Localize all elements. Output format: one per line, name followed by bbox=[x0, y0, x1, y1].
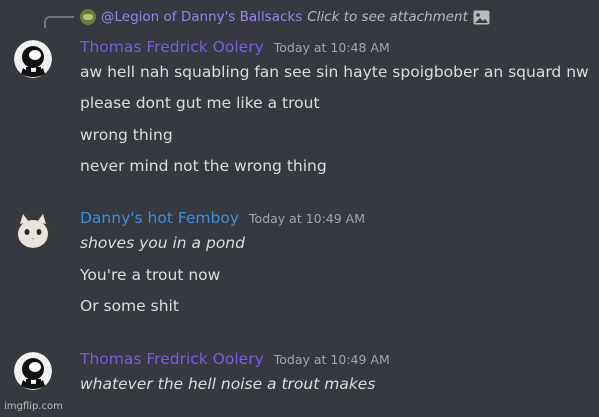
message-text: wrong thing bbox=[80, 126, 173, 144]
message-text: shoves you in a pond bbox=[80, 234, 245, 252]
reply-connector-line bbox=[44, 16, 74, 28]
reply-preview[interactable]: @Legion of Danny's Ballsacks Click to se… bbox=[80, 6, 490, 28]
message-text: never mind not the wrong thing bbox=[80, 157, 327, 175]
message-text: Or some shit bbox=[80, 297, 179, 315]
cat-avatar-icon bbox=[14, 210, 52, 248]
chat-screen: @Legion of Danny's Ballsacks Click to se… bbox=[0, 0, 599, 417]
avatar[interactable] bbox=[14, 40, 52, 78]
timestamp[interactable]: Today at 10:49 AM bbox=[249, 211, 365, 226]
message-text: please dont gut me like a trout bbox=[80, 94, 320, 112]
watermark: imgflip.com bbox=[4, 401, 63, 412]
username[interactable]: Danny's hot Femboy bbox=[80, 209, 239, 227]
avatar[interactable] bbox=[14, 210, 52, 248]
astronaut-avatar-icon bbox=[14, 40, 52, 78]
avatar[interactable] bbox=[14, 352, 52, 390]
username[interactable]: Thomas Fredrick Oolery bbox=[80, 38, 264, 56]
reply-mention[interactable]: @Legion of Danny's Ballsacks bbox=[101, 9, 302, 25]
astronaut-avatar-icon bbox=[14, 352, 52, 390]
message-text: You're a trout now bbox=[80, 266, 221, 284]
username[interactable]: Thomas Fredrick Oolery bbox=[80, 350, 264, 368]
image-icon[interactable] bbox=[473, 10, 490, 25]
message-text: aw hell nah squabling fan see sin hayte … bbox=[80, 63, 589, 81]
timestamp[interactable]: Today at 10:49 AM bbox=[274, 352, 390, 367]
timestamp[interactable]: Today at 10:48 AM bbox=[274, 40, 390, 55]
reply-click-text[interactable]: Click to see attachment bbox=[307, 9, 468, 25]
message-text: whatever the hell noise a trout makes bbox=[80, 375, 376, 393]
reply-avatar-icon bbox=[80, 9, 96, 25]
